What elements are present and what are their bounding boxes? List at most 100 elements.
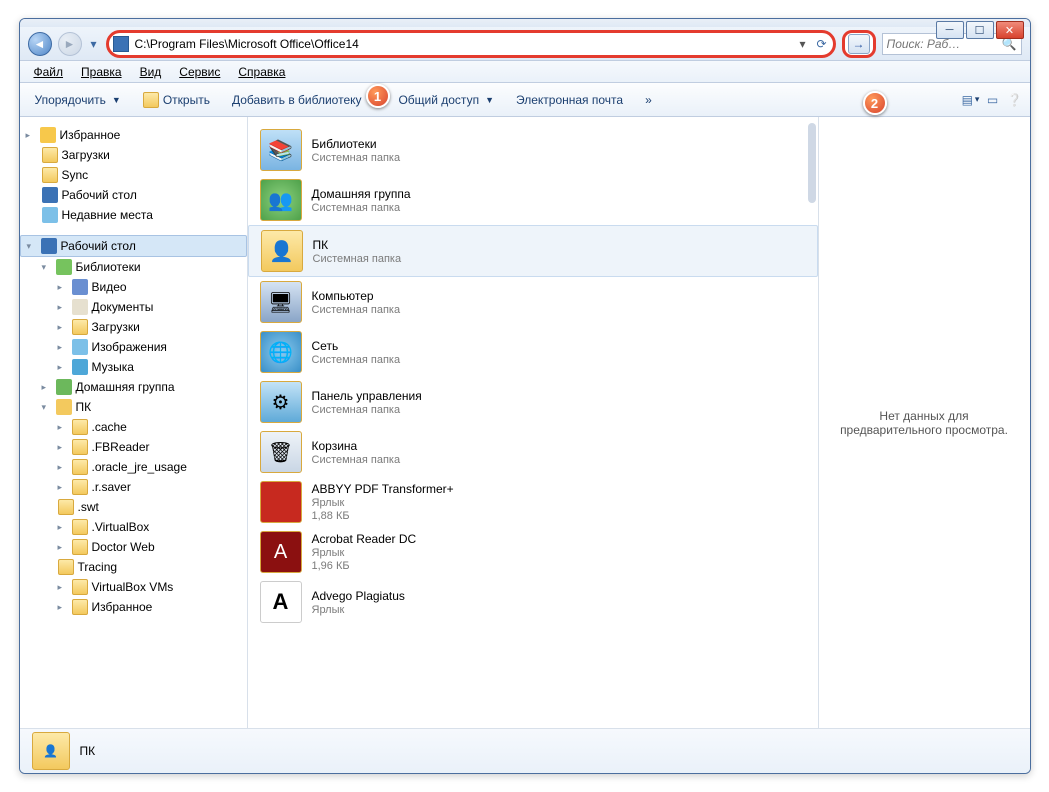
library-icon [56, 259, 72, 275]
content-item[interactable]: 👤ПКСистемная папка [248, 225, 818, 277]
item-icon [260, 481, 302, 523]
explorer-window: ─ ☐ ✕ ◄ ► ▾ ▾ ⟳ → 🔍 1 2 Файл Правка Вид … [19, 18, 1031, 774]
content-item[interactable]: ABBYY PDF Transformer+Ярлык1,88 КБ [248, 477, 818, 527]
tree-rsaver[interactable]: ▸.r.saver [20, 477, 247, 497]
refresh-button[interactable]: ⟳ [811, 33, 833, 55]
tree-cache[interactable]: ▸.cache [20, 417, 247, 437]
folder-icon [42, 167, 58, 183]
preview-pane: Нет данных для предварительного просмотр… [818, 117, 1030, 728]
help-button[interactable]: ❔ [1006, 91, 1024, 109]
more-button[interactable]: » [636, 88, 661, 112]
share-button[interactable]: Общий доступ▼ [389, 88, 503, 112]
star-icon [40, 127, 56, 143]
item-subtitle: Системная папка [312, 404, 422, 416]
image-icon [72, 339, 88, 355]
tree-downloads2[interactable]: ▸Загрузки [20, 317, 247, 337]
preview-pane-button[interactable]: ▭ [984, 91, 1002, 109]
content-item[interactable]: 🌐СетьСистемная папка [248, 327, 818, 377]
document-icon [72, 299, 88, 315]
address-input[interactable] [133, 34, 795, 54]
back-button[interactable]: ◄ [28, 32, 52, 56]
go-button[interactable]: → [848, 34, 870, 54]
callout-badge-2: 2 [863, 91, 887, 115]
item-subtitle: Системная папка [312, 304, 401, 316]
tree-downloads[interactable]: Загрузки [20, 145, 247, 165]
close-button[interactable]: ✕ [996, 21, 1024, 39]
menu-view[interactable]: Вид [132, 63, 170, 81]
tree-recent[interactable]: Недавние места [20, 205, 247, 225]
address-dropdown[interactable]: ▾ [795, 37, 811, 51]
item-name: Домашняя группа [312, 187, 411, 201]
content-item[interactable]: 📚БиблиотекиСистемная папка [248, 125, 818, 175]
tree-fbreader[interactable]: ▸.FBReader [20, 437, 247, 457]
tree-video[interactable]: ▸Видео [20, 277, 247, 297]
folder-icon [58, 499, 74, 515]
add-to-library-button[interactable]: Добавить в библиотеку▼ [223, 88, 385, 112]
folder-icon [72, 439, 88, 455]
status-bar: 👤 ПК [20, 728, 1030, 773]
scrollbar[interactable] [808, 123, 816, 203]
content-item[interactable]: AAcrobat Reader DCЯрлык1,96 КБ [248, 527, 818, 577]
tree-pc[interactable]: ▾ПК [20, 397, 247, 417]
content-item[interactable]: 👥Домашняя группаСистемная папка [248, 175, 818, 225]
tree-fav2[interactable]: ▸Избранное [20, 597, 247, 617]
tree-desktop-root[interactable]: ▾Рабочий стол [20, 235, 247, 257]
callout-badge-1: 1 [366, 84, 390, 108]
organize-button[interactable]: Упорядочить▼ [26, 88, 130, 112]
status-icon: 👤 [32, 732, 70, 770]
content-pane[interactable]: 📚БиблиотекиСистемная папка👥Домашняя груп… [248, 117, 818, 728]
status-name: ПК [80, 744, 96, 758]
item-size: 1,88 КБ [312, 510, 454, 522]
menu-edit[interactable]: Правка [73, 63, 130, 81]
menu-tools[interactable]: Сервис [171, 63, 228, 81]
body: ▸Избранное Загрузки Sync Рабочий стол Не… [20, 117, 1030, 728]
item-icon: 🗑 [260, 431, 302, 473]
item-subtitle: Ярлык [312, 604, 405, 616]
folder-icon [72, 539, 88, 555]
email-button[interactable]: Электронная почта [507, 88, 632, 112]
navigation-pane[interactable]: ▸Избранное Загрузки Sync Рабочий стол Не… [20, 117, 248, 728]
desktop-icon [42, 187, 58, 203]
tree-vboxvms[interactable]: ▸VirtualBox VMs [20, 577, 247, 597]
content-item[interactable]: AAdvego PlagiatusЯрлык [248, 577, 818, 627]
tree-tracing[interactable]: Tracing [20, 557, 247, 577]
item-name: Панель управления [312, 389, 422, 403]
tree-virtualbox[interactable]: ▸.VirtualBox [20, 517, 247, 537]
tree-favorites[interactable]: ▸Избранное [20, 125, 247, 145]
item-icon: ⚙ [260, 381, 302, 423]
item-name: Acrobat Reader DC [312, 532, 417, 546]
menu-file[interactable]: Файл [26, 63, 72, 81]
nav-history-dropdown[interactable]: ▾ [88, 32, 100, 56]
tree-doctorweb[interactable]: ▸Doctor Web [20, 537, 247, 557]
tree-sync[interactable]: Sync [20, 165, 247, 185]
tree-libraries[interactable]: ▾Библиотеки [20, 257, 247, 277]
item-subtitle: Ярлык [312, 547, 417, 559]
tree-images[interactable]: ▸Изображения [20, 337, 247, 357]
content-item[interactable]: ⚙ Панель управленияСистемная папка [248, 377, 818, 427]
content-item[interactable]: 🖥КомпьютерСистемная папка [248, 277, 818, 327]
item-name: ABBYY PDF Transformer+ [312, 482, 454, 496]
tree-oracle[interactable]: ▸.oracle_jre_usage [20, 457, 247, 477]
view-mode-button[interactable]: ▤▾ [962, 91, 980, 109]
tree-homegroup[interactable]: ▸Домашняя группа [20, 377, 247, 397]
item-size: 1,96 КБ [312, 560, 417, 572]
tree-desktop[interactable]: Рабочий стол [20, 185, 247, 205]
minimize-button[interactable]: ─ [936, 21, 964, 39]
address-row: ◄ ► ▾ ▾ ⟳ → 🔍 [20, 27, 1030, 61]
titlebar[interactable] [20, 19, 1030, 27]
video-icon [72, 279, 88, 295]
tree-music[interactable]: ▸Музыка [20, 357, 247, 377]
menu-help[interactable]: Справка [230, 63, 293, 81]
open-button[interactable]: Открыть [134, 87, 219, 113]
item-name: Advego Plagiatus [312, 589, 405, 603]
folder-icon [72, 579, 88, 595]
maximize-button[interactable]: ☐ [966, 21, 994, 39]
tree-swt[interactable]: .swt [20, 497, 247, 517]
content-item[interactable]: 🗑КорзинаСистемная папка [248, 427, 818, 477]
forward-button[interactable]: ► [58, 32, 82, 56]
item-icon: 📚 [260, 129, 302, 171]
item-subtitle: Системная папка [312, 202, 411, 214]
item-icon: 🌐 [260, 331, 302, 373]
tree-documents[interactable]: ▸Документы [20, 297, 247, 317]
music-icon [72, 359, 88, 375]
